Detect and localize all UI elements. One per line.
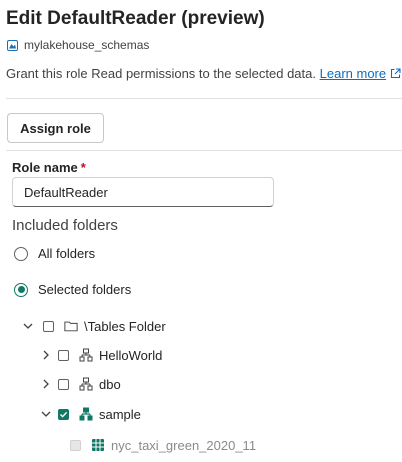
schema-icon — [79, 377, 93, 391]
tree-item-helloworld[interactable]: HelloWorld — [40, 345, 162, 365]
tree-item-dbo[interactable]: dbo — [40, 374, 121, 394]
radio-selected-folders-label: Selected folders — [38, 282, 132, 297]
tree-item-sample-label: sample — [99, 406, 141, 422]
checkmark-icon — [60, 411, 68, 418]
lakehouse-name: mylakehouse_schemas — [24, 38, 150, 52]
tree-item-sample-checkbox[interactable] — [58, 408, 69, 420]
included-folders-heading: Included folders — [12, 217, 118, 234]
page-title: Edit DefaultReader (preview) — [6, 8, 265, 29]
tree-item-sample[interactable]: sample — [40, 404, 141, 424]
radio-selected-folders[interactable]: Selected folders — [14, 282, 131, 297]
external-link-icon[interactable] — [390, 68, 401, 79]
tree-item-helloworld-label: HelloWorld — [99, 347, 163, 363]
divider-form — [6, 150, 402, 151]
chevron-down-icon[interactable] — [40, 408, 52, 420]
role-name-input[interactable] — [12, 177, 274, 207]
permissions-description: Grant this role Read permissions to the … — [6, 66, 401, 81]
description-text: Grant this role Read permissions to the … — [6, 66, 316, 81]
lakehouse-icon — [7, 39, 18, 51]
chevron-right-icon[interactable] — [40, 378, 52, 390]
tree-item-helloworld-checkbox[interactable] — [58, 349, 69, 361]
schema-icon — [79, 348, 93, 362]
folder-icon — [64, 319, 78, 333]
tree-root-checkbox[interactable] — [43, 320, 54, 332]
chevron-down-icon[interactable] — [22, 320, 34, 332]
tree-item-nyc-taxi-label: nyc_taxi_green_2020_11 — [111, 437, 257, 453]
schema-icon — [79, 407, 93, 421]
chevron-right-icon[interactable] — [40, 349, 52, 361]
role-name-label: Role name * — [12, 160, 86, 175]
radio-all-folders[interactable]: All folders — [14, 246, 95, 261]
tree-root-row[interactable]: \Tables Folder — [22, 316, 166, 336]
tree-item-dbo-checkbox[interactable] — [58, 378, 69, 390]
tree-item-nyc-taxi: nyc_taxi_green_2020_11 — [70, 435, 256, 455]
radio-all-folders-control[interactable] — [14, 246, 28, 261]
radio-all-folders-label: All folders — [38, 246, 96, 261]
divider-top — [6, 98, 402, 99]
required-marker: * — [80, 160, 86, 175]
tree-root-label: \Tables Folder — [84, 318, 166, 334]
radio-selected-folders-control[interactable] — [14, 282, 28, 297]
lakehouse-label-row: mylakehouse_schemas — [7, 38, 149, 52]
learn-more-label: Learn more — [319, 66, 387, 81]
tree-item-nyc-taxi-checkbox — [70, 439, 81, 451]
role-name-label-text: Role name — [12, 160, 78, 175]
tree-item-dbo-label: dbo — [99, 376, 121, 392]
learn-more-link[interactable]: Learn more — [320, 66, 386, 81]
assign-role-button[interactable]: Assign role — [7, 113, 104, 143]
table-icon — [91, 438, 105, 452]
